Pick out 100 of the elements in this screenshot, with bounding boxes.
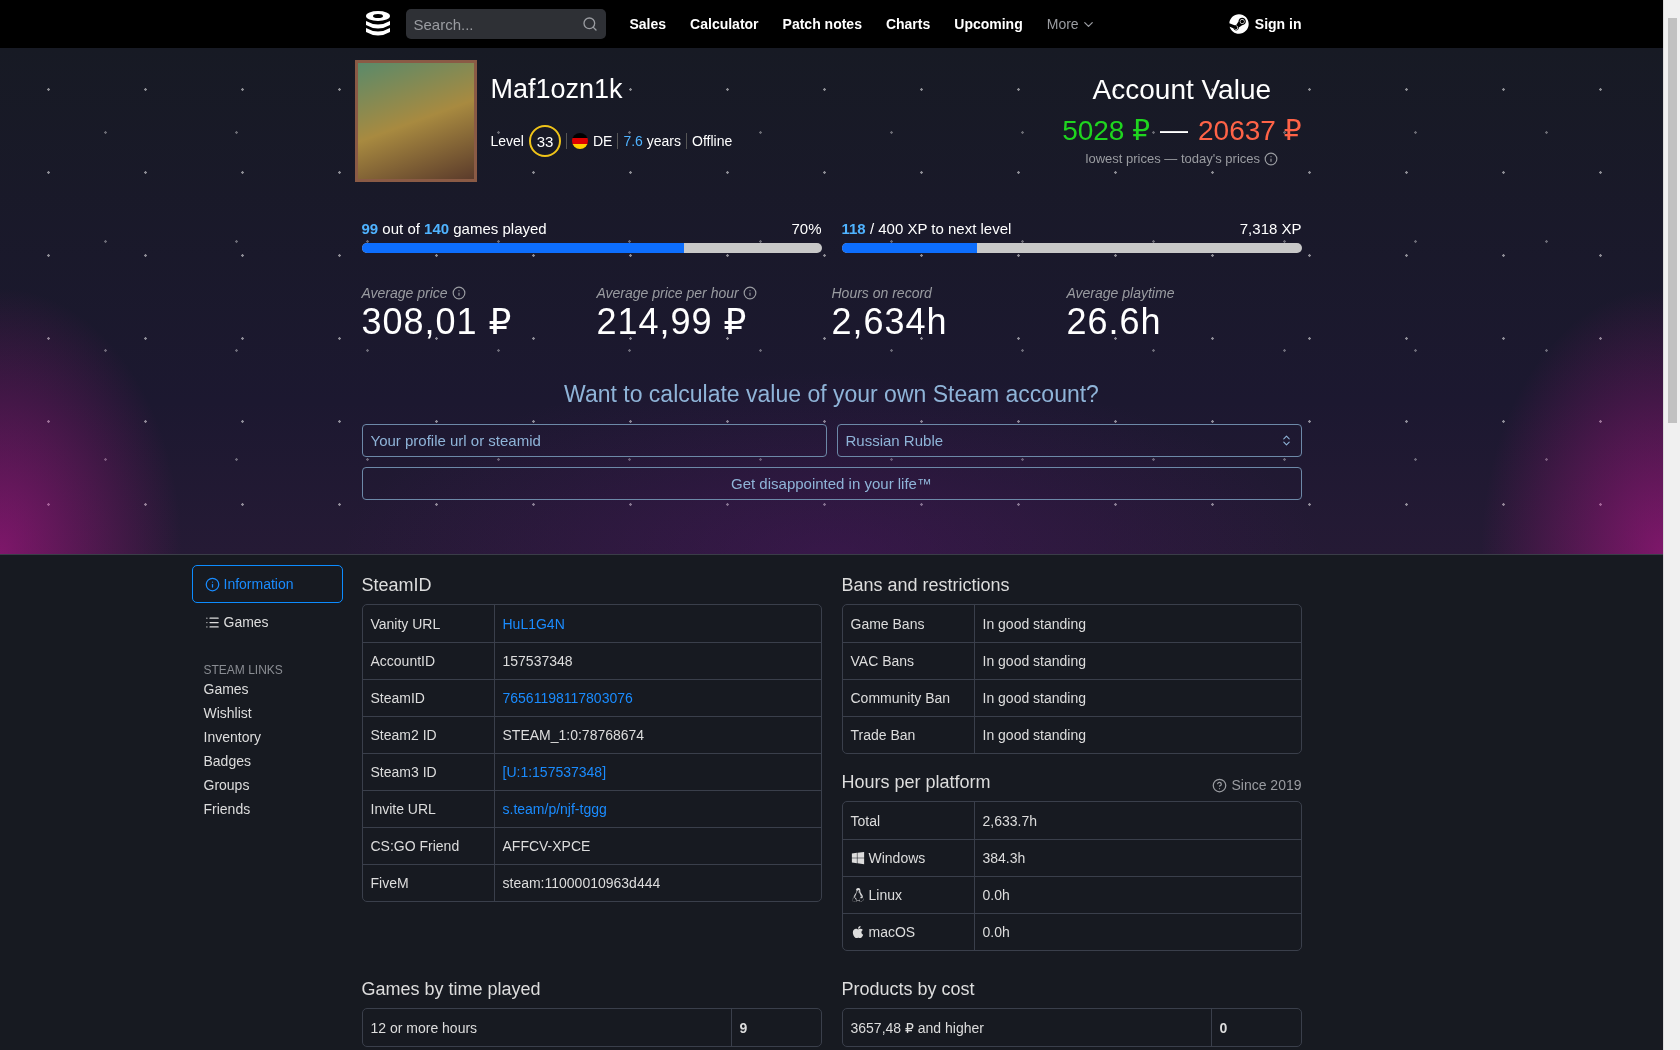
search-field[interactable]: Search... [405,9,606,39]
table-cell-text: Trade Ban [849,726,917,745]
scrollbar-thumb[interactable] [1668,18,1677,423]
penguin-icon [850,888,865,902]
help-icon[interactable] [1212,777,1228,793]
progress-value: 70% [791,220,822,237]
platform-name: Windows [868,850,926,866]
table-cell-text: Vanity URL [369,614,442,634]
currency-select[interactable]: Russian Ruble [836,424,1302,457]
stat-value: 214,99 ₽ [596,301,749,343]
level-label: Level [490,133,524,149]
sidebar-link[interactable]: Inventory [191,725,274,749]
stat-label: Average playtime [1066,285,1175,301]
table-cell: steam:11000010963d444 [493,865,821,901]
table-cell-text: FiveM [369,874,410,893]
table-cell-text: Steam2 ID [369,726,438,745]
table-cell-text: SteamID [369,689,426,708]
sidebar-tab[interactable]: Games [191,603,343,641]
dash: — [1160,114,1189,147]
sidebar-link[interactable]: Wishlist [191,701,264,725]
section-title: Games by time played [361,979,541,1000]
link[interactable]: [U:1:157537348] [493,754,821,790]
table-cell-text: CS:GO Friend [369,837,461,856]
profile-name: Maf1ozn1k [490,74,624,105]
sidebar-link[interactable]: Badges [191,749,263,773]
nav-link[interactable]: More [1034,16,1108,32]
progress-label: 99 out of 140 games played [361,220,547,237]
table-cell: In good standing [973,717,1301,753]
sidebar-heading: STEAM LINKS [202,663,284,677]
progress-label: 118 / 400 XP to next level [841,220,1012,237]
table-cell: 9 [730,1009,821,1046]
table-cell: 0.0h [973,914,1301,950]
profile-url-input[interactable]: Your profile url or steamid [361,424,827,457]
table-cell-text: Game Bans [849,614,926,634]
section-title: SteamID [361,575,432,596]
table-cell: 384.3h [973,840,1301,876]
platform-name: Linux [868,887,902,903]
table-cell: In good standing [973,605,1301,642]
sidebar-link[interactable]: Groups [191,773,262,797]
info-icon[interactable] [742,286,757,300]
table-cell: STEAM_1:0:78768674 [493,717,821,753]
info-icon[interactable] [451,286,466,300]
stat-label: Average price per hour [596,285,739,301]
progress-value: 7,318 XP [1239,220,1302,237]
account-age: 7.6 years [623,133,681,149]
info-icon [204,576,220,592]
apple-icon [850,925,865,939]
sidebar-link[interactable]: Friends [191,797,263,821]
section-title: Hours per platform [841,772,991,793]
table-cell-text: 12 or more hours [369,1018,479,1038]
sidebar-tab[interactable]: Information [191,565,343,603]
nav-link[interactable]: Calculator [678,16,771,32]
lowest-value: 5028 ₽ [1062,114,1151,147]
calculator-heading: Want to calculate value of your own Steam account? [563,381,1100,408]
table-cell-text: Community Ban [849,689,952,708]
stat-value: 26.6h [1066,301,1163,343]
table-cell: 0.0h [973,877,1301,913]
stat-value: 2,634h [831,301,949,343]
table-cell-text: 3657,48 ₽ and higher [849,1018,985,1038]
level-badge: 33 [528,125,561,157]
table-cell-text: VAC Bans [849,652,916,671]
table-cell-text: Invite URL [369,800,437,819]
nav-link[interactable]: Charts [873,16,943,32]
search-icon [581,16,598,32]
link[interactable]: s.team/p/njf-tggg [493,791,821,827]
account-value-title: Account Value [1092,74,1272,106]
windows-icon [850,851,865,865]
table-cell-text: AccountID [369,652,437,671]
section-title: Bans and restrictions [841,575,1010,596]
online-status: Offline [692,133,733,149]
platform-name: Total [850,812,881,829]
link[interactable]: 76561198117803076 [493,680,821,716]
link[interactable]: HuL1G4N [493,605,821,642]
table-cell: AFFCV-XPCE [493,828,821,864]
section-title: Products by cost [841,979,975,1000]
current-value: 20637 ₽ [1198,114,1302,147]
nav-link[interactable]: Patch notes [770,16,874,32]
nav-link[interactable]: Sales [617,16,679,32]
country-code: DE [592,133,613,149]
stat-label: Hours on record [831,285,932,301]
stat-label: Average price [361,285,448,301]
flag-icon [571,133,588,149]
table-cell: 157537348 [493,643,821,679]
steam-icon [1228,14,1249,34]
table-cell: 2,633.7h [973,802,1301,839]
scrollbar[interactable] [1663,0,1680,1050]
info-icon[interactable] [1264,151,1279,166]
list-icon [204,614,220,630]
nav-link[interactable]: Upcoming [942,16,1035,32]
table-cell: In good standing [973,643,1301,679]
table-cell: In good standing [973,680,1301,716]
value-caption: lowest prices — today's prices [1085,151,1261,166]
table-cell-text: Steam3 ID [369,763,438,782]
since-note: Since 2019 [1231,777,1302,793]
sign-in-link[interactable]: Sign in [1228,14,1302,34]
platform-name: macOS [868,924,916,940]
table-cell: 0 [1210,1009,1301,1046]
calculate-button[interactable]: Get disappointed in your life™ [361,467,1302,500]
stat-value: 308,01 ₽ [361,301,514,343]
sidebar-link[interactable]: Games [191,677,261,701]
